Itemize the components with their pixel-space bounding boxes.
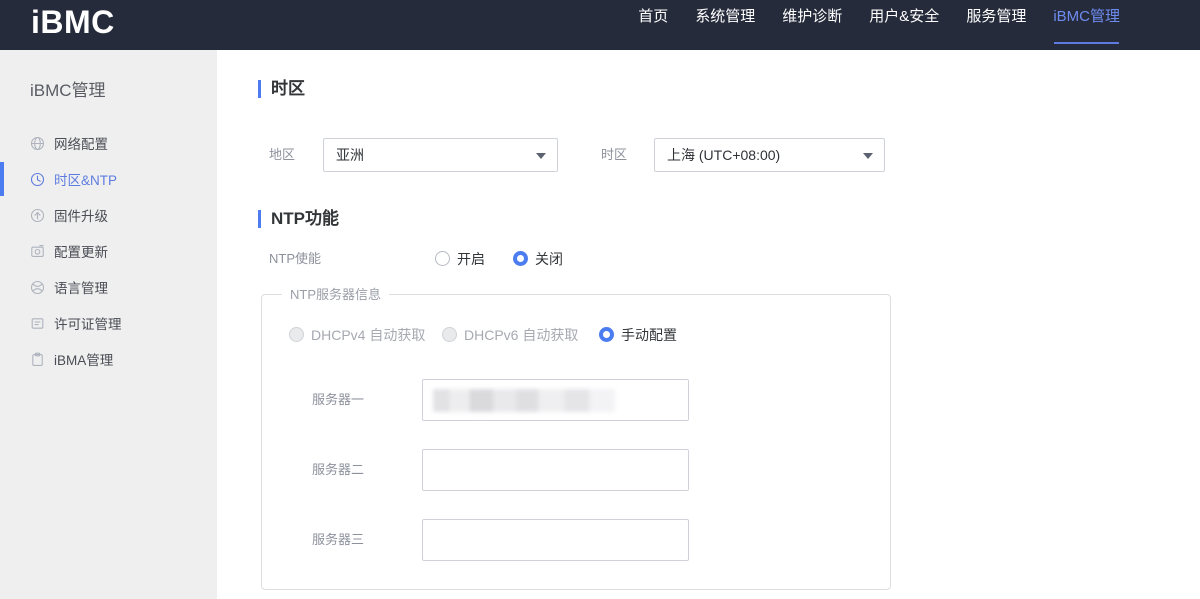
- server-three-field-wrap: [422, 519, 689, 561]
- top-header: iBMC 首页 系统管理 维护诊断 用户&安全 服务管理 iBMC管理: [0, 0, 1200, 50]
- ibmc-logo: iBMC: [31, 0, 115, 44]
- region-select-value: 亚洲: [336, 145, 364, 165]
- network-icon: [30, 136, 45, 151]
- timezone-section-title: 时区: [271, 79, 305, 99]
- ntp-enable-off-radio-label[interactable]: 关闭: [535, 251, 563, 267]
- timezone-select[interactable]: 上海 (UTC+08:00): [654, 138, 885, 172]
- sidebar-item-ibma[interactable]: iBMA管理: [0, 341, 217, 377]
- server-one-field-wrap: [422, 379, 689, 421]
- upgrade-icon: [30, 208, 45, 223]
- server-three-label: 服务器三: [312, 532, 364, 548]
- sidebar-item-label: 固件升级: [54, 205, 108, 225]
- sidebar-menu: 网络配置 时区&NTP 固件升级 配置更新 语言管理: [0, 125, 217, 377]
- region-select[interactable]: 亚洲: [323, 138, 558, 172]
- sidebar-item-label: iBMA管理: [54, 349, 113, 369]
- server-three-input[interactable]: [422, 519, 689, 561]
- server-two-input[interactable]: [422, 449, 689, 491]
- ntp-enable-label: NTP使能: [269, 251, 321, 267]
- sidebar-item-label: 配置更新: [54, 241, 108, 261]
- config-update-icon: [30, 244, 45, 259]
- license-icon: [30, 316, 45, 331]
- chevron-down-icon: [863, 153, 873, 159]
- nav-item-ibmc-management[interactable]: iBMC管理: [1053, 8, 1120, 26]
- server-two-field-wrap: [422, 449, 689, 491]
- timezone-select-value: 上海 (UTC+08:00): [667, 145, 780, 165]
- main-content: 时区 地区 亚洲 时区 上海 (UTC+08:00) NTP功能 NTP使能 开…: [217, 50, 1200, 599]
- ntp-enable-off-radio[interactable]: [513, 251, 528, 266]
- sidebar-item-label: 语言管理: [54, 277, 108, 297]
- manual-config-radio-label[interactable]: 手动配置: [621, 327, 677, 343]
- chevron-down-icon: [536, 153, 546, 159]
- ntp-enable-on-radio-label[interactable]: 开启: [457, 251, 485, 267]
- dhcpv4-auto-radio: [289, 327, 304, 342]
- ntp-server-group-legend: NTP服务器信息: [282, 286, 389, 303]
- manual-config-radio[interactable]: [599, 327, 614, 342]
- sidebar-item-license[interactable]: 许可证管理: [0, 305, 217, 341]
- server-one-input[interactable]: [422, 379, 689, 421]
- nav-item-user-security[interactable]: 用户&安全: [869, 8, 939, 26]
- dhcpv6-auto-radio: [442, 327, 457, 342]
- sidebar-item-network-config[interactable]: 网络配置: [0, 125, 217, 161]
- nav-item-maintenance[interactable]: 维护诊断: [782, 8, 842, 26]
- server-two-label: 服务器二: [312, 462, 364, 478]
- region-label: 地区: [269, 147, 295, 163]
- clipboard-icon: [30, 352, 45, 367]
- sidebar-item-label: 许可证管理: [54, 313, 122, 333]
- ntp-enable-on-radio[interactable]: [435, 251, 450, 266]
- top-nav: 首页 系统管理 维护诊断 用户&安全 服务管理 iBMC管理: [638, 8, 1120, 26]
- server-one-label: 服务器一: [312, 392, 364, 408]
- nav-item-system[interactable]: 系统管理: [695, 8, 755, 26]
- dhcpv4-auto-radio-label: DHCPv4 自动获取: [311, 327, 425, 343]
- ntp-section-title: NTP功能: [271, 209, 339, 229]
- sidebar: iBMC管理 网络配置 时区&NTP 固件升级 配置更新: [0, 50, 217, 599]
- nav-item-home[interactable]: 首页: [638, 8, 668, 26]
- dhcpv6-auto-radio-label: DHCPv6 自动获取: [464, 327, 578, 343]
- ntp-server-group: NTP服务器信息 DHCPv4 自动获取 DHCPv6 自动获取 手动配置 服务…: [261, 294, 891, 590]
- sidebar-item-label: 时区&NTP: [54, 169, 117, 189]
- section-accent-bar: [258, 80, 261, 98]
- sidebar-item-label: 网络配置: [54, 133, 108, 153]
- section-accent-bar: [258, 210, 261, 228]
- nav-item-service[interactable]: 服务管理: [966, 8, 1026, 26]
- clock-icon: [30, 172, 45, 187]
- zone-label: 时区: [601, 147, 627, 163]
- sidebar-item-config-update[interactable]: 配置更新: [0, 233, 217, 269]
- language-icon: [30, 280, 45, 295]
- sidebar-item-language[interactable]: 语言管理: [0, 269, 217, 305]
- sidebar-title: iBMC管理: [30, 76, 106, 101]
- sidebar-item-firmware-upgrade[interactable]: 固件升级: [0, 197, 217, 233]
- sidebar-item-timezone-ntp[interactable]: 时区&NTP: [0, 161, 217, 197]
